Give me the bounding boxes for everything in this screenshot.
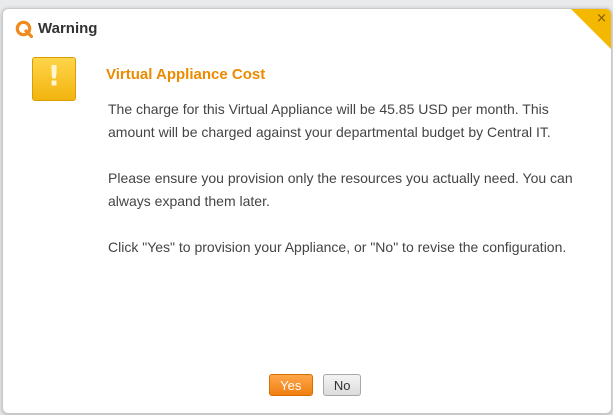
dialog-title: Warning xyxy=(38,20,98,37)
close-icon[interactable]: × xyxy=(596,12,607,25)
resources-paragraph: Please ensure you provision only the res… xyxy=(108,170,573,209)
warning-icon: ! xyxy=(32,57,76,101)
instructions-paragraph: Click "Yes" to provision your Appliance,… xyxy=(108,239,567,255)
cost-paragraph: The charge for this Virtual Appliance wi… xyxy=(108,101,551,140)
dialog-buttons: Yes No xyxy=(3,374,611,396)
yes-button[interactable]: Yes xyxy=(268,374,313,396)
dialog-content: Virtual Appliance Cost The charge for th… xyxy=(106,66,578,282)
dialog-heading: Virtual Appliance Cost xyxy=(106,66,266,83)
exclamation-glyph: ! xyxy=(47,59,61,92)
warning-dialog: Warning × ! Virtual Appliance Cost The c… xyxy=(2,8,612,414)
dialog-titlebar: Warning × xyxy=(3,9,611,49)
no-button[interactable]: No xyxy=(323,374,362,396)
app-logo-icon xyxy=(15,20,33,38)
